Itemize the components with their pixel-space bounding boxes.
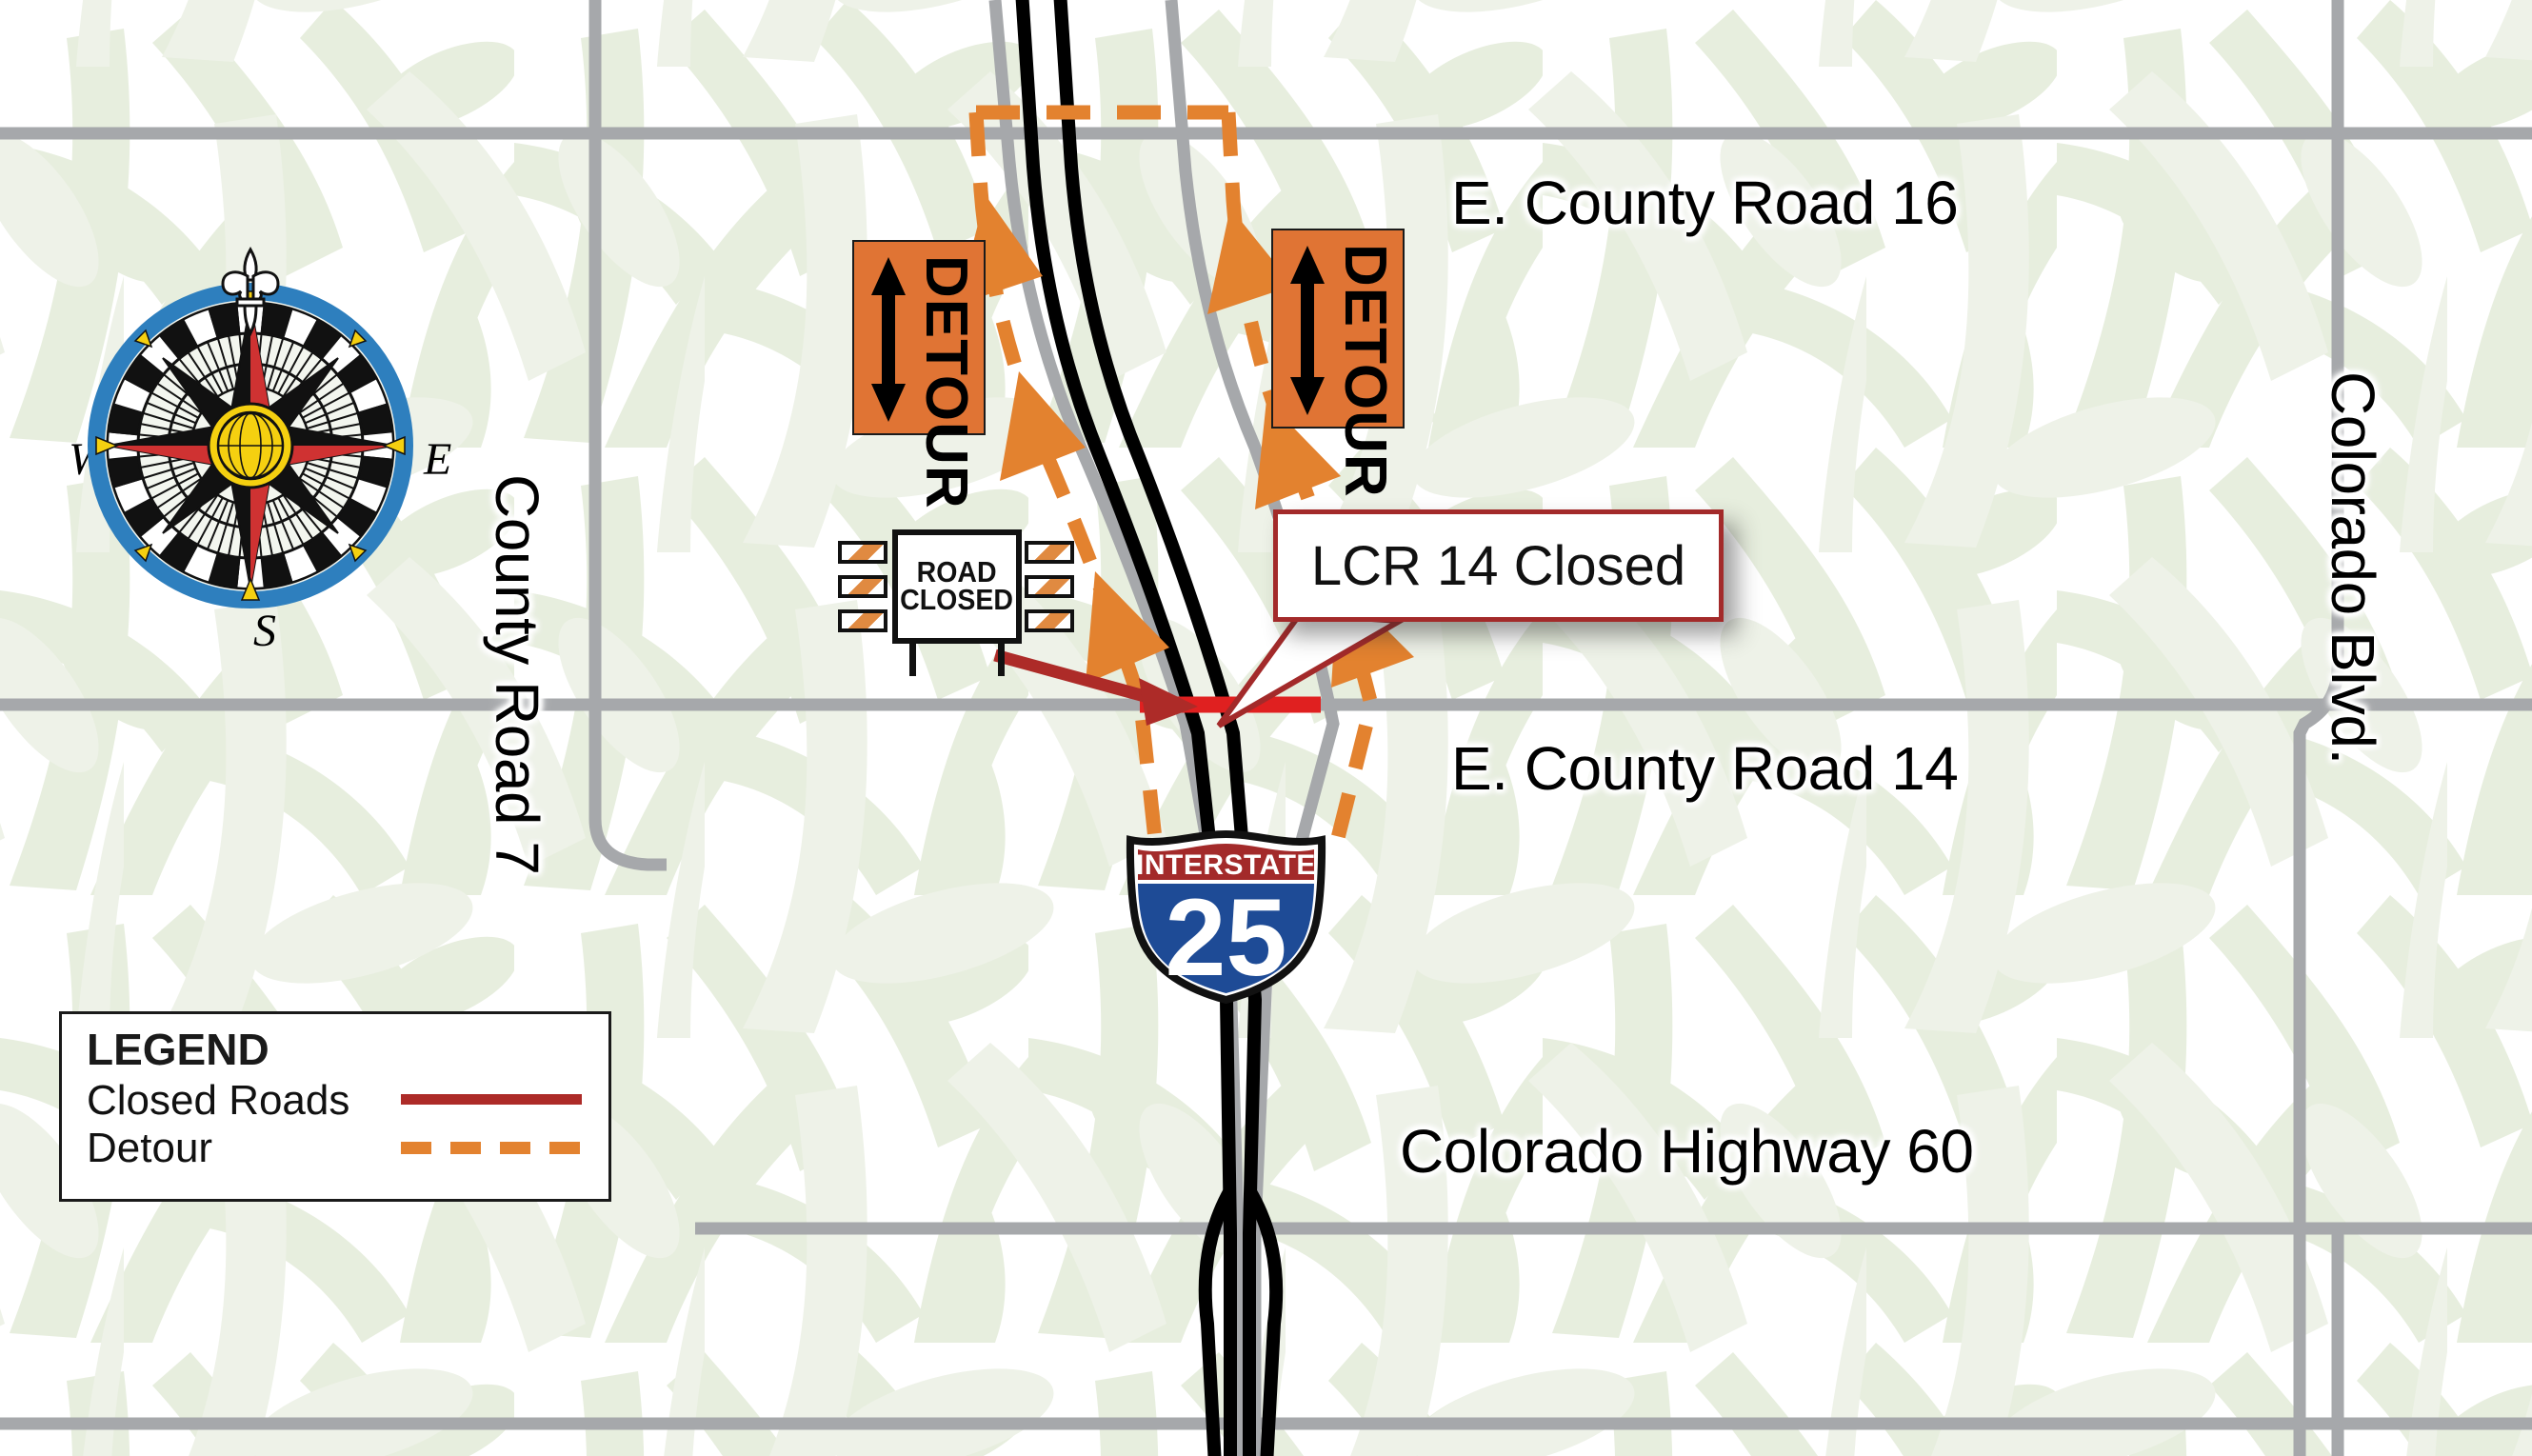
detour-sign-right: DETOUR [1271, 229, 1405, 498]
barricade-right-mid [1025, 575, 1074, 598]
road-closed-sign-panel: ROAD CLOSED [892, 529, 1022, 644]
sign-post-right [998, 642, 1005, 676]
detour-arrow-double-icon [871, 257, 906, 422]
callout-text: LCR 14 Closed [1310, 534, 1686, 597]
barricade-right-top [1025, 541, 1074, 564]
barricade-right-bottom [1025, 609, 1074, 632]
road-closed-line-2: CLOSED [900, 583, 1014, 616]
barricade-left-top [838, 541, 887, 564]
detour-sign-left: DETOUR [852, 240, 986, 509]
callout-lcr-14-closed: LCR 14 Closed [1273, 509, 1724, 622]
sign-post-left [909, 642, 916, 676]
detour-map: W E S DETOUR DETOUR ROAD CLOSED LCR 14 C… [0, 0, 2532, 1456]
detour-sign-right-text: DETOUR [1332, 244, 1398, 498]
detour-arrow-double-icon-2 [1290, 246, 1325, 415]
detour-sign-left-text: DETOUR [913, 255, 979, 509]
barricade-left-mid [838, 575, 887, 598]
interstate-25-shield: INTERSTATE 25 [1124, 829, 1328, 1005]
shield-number-text: 25 [1166, 877, 1287, 999]
barricade-left-bottom [838, 609, 887, 632]
road-closed-sign: ROAD CLOSED [838, 529, 1076, 676]
callout-tail [1216, 610, 1410, 728]
